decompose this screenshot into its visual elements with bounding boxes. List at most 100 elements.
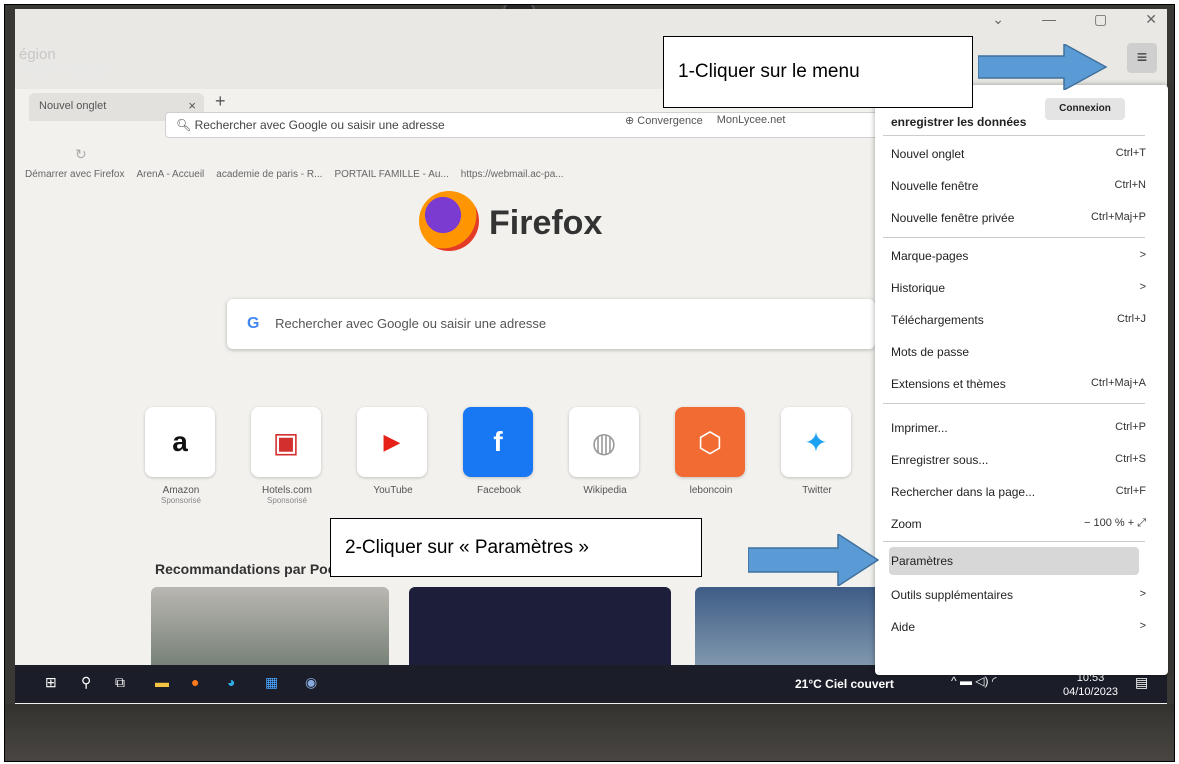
explorer-icon[interactable]: ▬ <box>155 674 169 690</box>
pocket-card[interactable] <box>695 587 885 677</box>
firefox-app-menu: enregistrer les données Connexion Nouvel… <box>875 85 1168 675</box>
top-sites: a Amazon Sponsorisé ▣ Hotels.com Sponsorisé … <box>145 407 853 505</box>
menu-item-label: Enregistrer sous... <box>891 453 989 467</box>
tile-label: Wikipedia <box>583 485 627 496</box>
clock[interactable]: 10:53 04/10/2023 <box>1063 671 1118 699</box>
menu-item-shortcut: Ctrl+P <box>1115 421 1146 433</box>
tab-label: Nouvel onglet <box>39 100 107 112</box>
menu-item-label: Aide <box>891 620 916 634</box>
menu-item-label: Nouvelle fenêtre <box>891 179 979 193</box>
menu-item-label: Zoom <box>891 517 922 531</box>
firefox-logo-icon <box>419 191 479 251</box>
bookmark-item[interactable]: Démarrer avec Firefox <box>25 169 124 180</box>
zoom-controls[interactable]: − 100 % + ⤢ <box>1084 517 1146 530</box>
system-tray-icon[interactable]: ^ ▬ ◁) ◜ <box>951 674 997 688</box>
menu-item-help[interactable]: Aide > <box>891 620 1146 634</box>
menu-item-label: Mots de passe <box>891 345 970 359</box>
menu-item-print[interactable]: Imprimer... Ctrl+P <box>891 421 1146 435</box>
menu-item-downloads[interactable]: Téléchargements Ctrl+J <box>891 313 1146 327</box>
menu-item-label: Rechercher dans la page... <box>891 485 1036 499</box>
top-site-facebook[interactable]: f Facebook <box>463 407 535 505</box>
pocket-card[interactable] <box>151 587 389 677</box>
firefox-taskbar-icon[interactable]: ● <box>191 674 199 690</box>
bookmark-item[interactable]: ArenA - Accueil <box>136 169 204 180</box>
photo-frame: égion edeFrance ⌄ — ▢ ✕ Nouvel onglet × … <box>4 4 1175 762</box>
menu-item-save-as[interactable]: Enregistrer sous... Ctrl+S <box>891 453 1146 467</box>
menu-item-passwords[interactable]: Mots de passe <box>891 345 1146 359</box>
menu-item-settings[interactable]: Paramètres <box>891 554 1146 568</box>
close-window-icon[interactable]: ✕ <box>1145 11 1157 28</box>
tile-label: leboncoin <box>689 485 733 496</box>
weather-widget[interactable]: 21°C Ciel couvert <box>795 677 894 691</box>
menu-item-shortcut: Ctrl+F <box>1115 485 1146 497</box>
menu-item-label: Outils supplémentaires <box>891 588 1014 602</box>
start-icon[interactable]: ⊞ <box>45 674 57 691</box>
menu-item-new-tab[interactable]: Nouvel onglet Ctrl+T <box>891 147 1146 161</box>
restore-icon[interactable]: ▢ <box>1094 11 1107 28</box>
menu-item-history[interactable]: Historique > <box>891 281 1146 295</box>
notifications-icon[interactable]: ▤ <box>1135 674 1148 691</box>
search-icon: 🔍︎ <box>176 118 195 132</box>
store-icon[interactable]: ▦ <box>265 674 278 691</box>
top-site-wikipedia[interactable]: ◍ Wikipedia <box>569 407 641 505</box>
laptop-bezel <box>5 704 1174 761</box>
top-site-twitter[interactable]: ✦ Twitter <box>781 407 853 505</box>
tile-label: YouTube <box>373 485 413 496</box>
menu-item-label: Imprimer... <box>891 421 948 435</box>
annotation-arrow-1 <box>978 44 1108 90</box>
annotation-step-2: 2-Cliquer sur « Paramètres » <box>330 518 702 577</box>
list-all-tabs-icon[interactable]: ⌄ <box>992 11 1004 28</box>
region-logo: égion edeFrance <box>19 47 109 78</box>
bookmark-convergence[interactable]: ⊕ Convergence <box>625 114 703 127</box>
bookmarks-bar: Démarrer avec Firefox ArenA - Accueil ac… <box>25 169 564 180</box>
connexion-button[interactable]: Connexion <box>1045 98 1125 120</box>
newtab-search-input[interactable]: G Rechercher avec Google ou saisir une a… <box>227 299 875 349</box>
menu-item-find[interactable]: Rechercher dans la page... Ctrl+F <box>891 485 1146 499</box>
search-icon[interactable]: ⚲ <box>81 674 91 691</box>
window-controls: ⌄ — ▢ ✕ <box>992 11 1157 28</box>
chevron-right-icon: > <box>1139 620 1146 632</box>
clock-date: 04/10/2023 <box>1063 686 1119 698</box>
menu-item-bookmarks[interactable]: Marque-pages > <box>891 249 1146 263</box>
menu-item-shortcut: Ctrl+N <box>1114 179 1146 191</box>
annotation-step-1-text: 1-Cliquer sur le menu <box>678 61 860 82</box>
menu-item-addons[interactable]: Extensions et thèmes Ctrl+Maj+A <box>891 377 1146 391</box>
toolbar-bookmarks: ⊕ Convergence MonLycee.net <box>625 114 785 127</box>
menu-item-label: Marque-pages <box>891 249 969 263</box>
top-site-hotels[interactable]: ▣ Hotels.com Sponsorisé <box>251 407 323 505</box>
top-site-amazon[interactable]: a Amazon Sponsorisé <box>145 407 217 505</box>
wikipedia-icon: ◍ <box>569 407 639 477</box>
google-icon: G <box>247 315 260 332</box>
menu-item-label: Extensions et thèmes <box>891 377 1006 391</box>
app-icon[interactable]: ◉ <box>305 674 317 691</box>
menu-item-shortcut: Ctrl+T <box>1115 147 1146 159</box>
firefox-wordmark: Firefox <box>489 204 603 242</box>
edge-icon[interactable]: ◕ <box>227 674 235 690</box>
minimize-icon[interactable]: — <box>1042 11 1056 28</box>
youtube-icon: ▶ <box>357 407 427 477</box>
bookmark-item[interactable]: academie de paris - R... <box>216 169 322 180</box>
twitter-icon: ✦ <box>781 407 851 477</box>
close-tab-icon[interactable]: × <box>188 98 196 113</box>
menu-item-zoom[interactable]: Zoom − 100 % + ⤢ <box>891 517 1146 531</box>
new-tab-button[interactable]: + <box>215 91 226 112</box>
bookmark-item[interactable]: PORTAIL FAMILLE - Au... <box>334 169 448 180</box>
tile-label: Facebook <box>477 485 521 496</box>
task-view-icon[interactable]: ⧉ <box>115 674 125 691</box>
menu-item-label: Nouvelle fenêtre privée <box>891 211 1015 225</box>
reload-icon[interactable]: ↻ <box>75 146 87 163</box>
bookmark-item[interactable]: https://webmail.ac-pa... <box>461 169 564 180</box>
menu-item-shortcut: Ctrl+J <box>1116 313 1146 325</box>
hamburger-menu-button[interactable]: ≡ <box>1127 43 1157 73</box>
menu-item-new-window[interactable]: Nouvelle fenêtre Ctrl+N <box>891 179 1146 193</box>
menu-item-label: Nouvel onglet <box>891 147 965 161</box>
bookmark-monlycee[interactable]: MonLycee.net <box>717 114 786 127</box>
menu-item-label: Historique <box>891 281 946 295</box>
pocket-card[interactable] <box>409 587 671 677</box>
menu-item-private-window[interactable]: Nouvelle fenêtre privée Ctrl+Maj+P <box>891 211 1146 225</box>
top-site-youtube[interactable]: ▶ YouTube <box>357 407 429 505</box>
amazon-icon: a <box>145 407 215 477</box>
pocket-title: Recommandations par Pocket <box>155 561 356 577</box>
menu-item-more-tools[interactable]: Outils supplémentaires > <box>891 588 1146 602</box>
top-site-leboncoin[interactable]: ⬡ leboncoin <box>675 407 747 505</box>
